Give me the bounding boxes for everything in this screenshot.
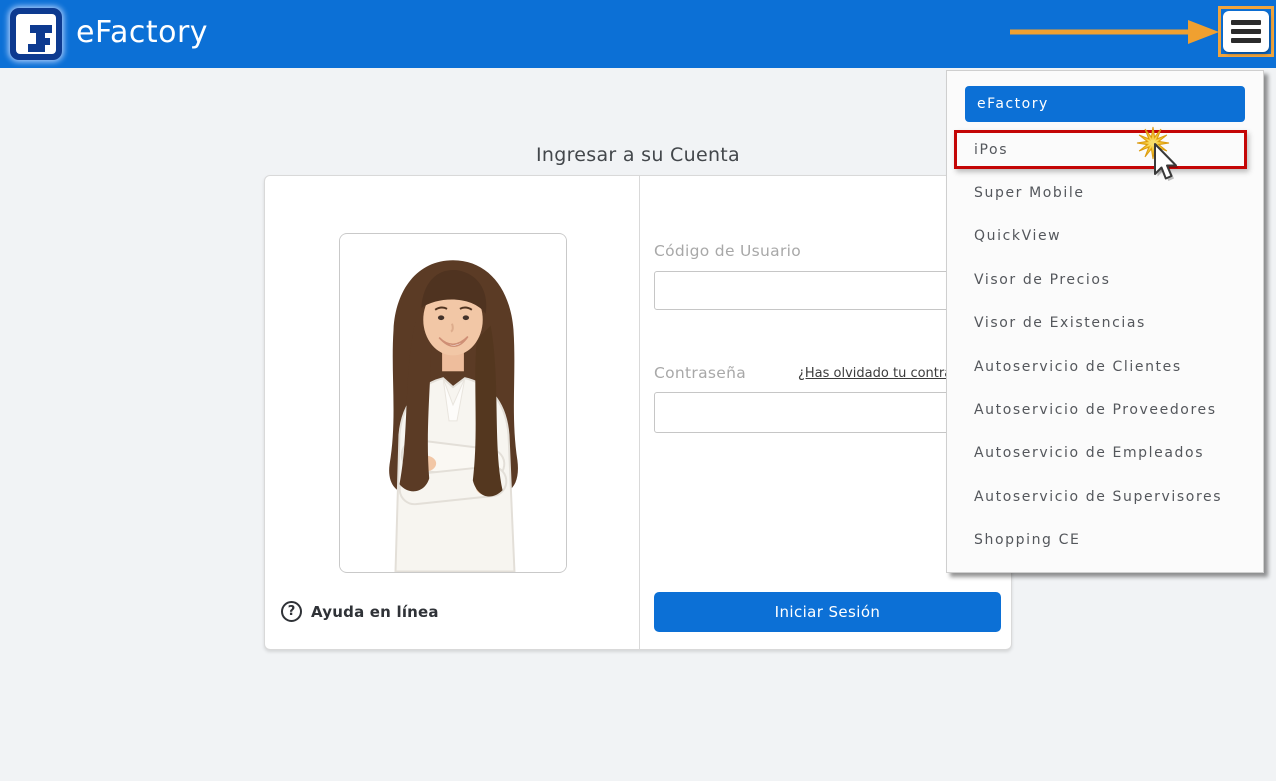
user-photo <box>339 233 567 573</box>
menu-item-super-mobile[interactable]: Super Mobile <box>947 171 1263 214</box>
brand-logo-icon <box>10 8 62 60</box>
annotation-highlight-ipos <box>954 130 1247 169</box>
password-label: Contraseña <box>654 364 747 382</box>
username-label: Código de Usuario <box>654 242 802 260</box>
annotation-highlight-menu-button <box>1218 6 1274 57</box>
menu-item-quickview[interactable]: QuickView <box>947 215 1263 258</box>
login-button[interactable]: Iniciar Sesión <box>654 592 1001 632</box>
menu-item-visor-de-existencias[interactable]: Visor de Existencias <box>947 302 1263 345</box>
menu-item-autoservicio-de-supervisores[interactable]: Autoservicio de Supervisores <box>947 475 1263 518</box>
hamburger-icon-bar <box>1231 38 1261 43</box>
hamburger-icon-bar <box>1231 20 1261 25</box>
question-mark-icon: ? <box>281 601 302 622</box>
brand-title: eFactory <box>76 15 209 50</box>
menu-item-efactory[interactable]: eFactory <box>965 86 1245 122</box>
woman-photo-illustration <box>340 234 566 572</box>
brand-logo-f-glyph <box>16 14 56 54</box>
help-label: Ayuda en línea <box>311 602 439 621</box>
menu-item-autoservicio-de-proveedores[interactable]: Autoservicio de Proveedores <box>947 388 1263 431</box>
login-card: ? Ayuda en línea Código de Usuario Contr… <box>264 175 1012 650</box>
cursor-icon <box>1136 126 1179 181</box>
hamburger-icon-bar <box>1231 29 1261 34</box>
menu-item-shopping-ce[interactable]: Shopping CE <box>947 519 1263 562</box>
menu-item-autoservicio-de-empleados[interactable]: Autoservicio de Empleados <box>947 432 1263 475</box>
card-divider <box>639 176 640 649</box>
menu-item-autoservicio-de-clientes[interactable]: Autoservicio de Clientes <box>947 345 1263 388</box>
annotation-arrow-icon <box>1010 20 1219 44</box>
apps-menu-button[interactable] <box>1223 11 1269 52</box>
page-title: Ingresar a su Cuenta <box>536 144 740 166</box>
menu-item-visor-de-precios[interactable]: Visor de Precios <box>947 258 1263 301</box>
help-link[interactable]: ? Ayuda en línea <box>281 601 439 622</box>
